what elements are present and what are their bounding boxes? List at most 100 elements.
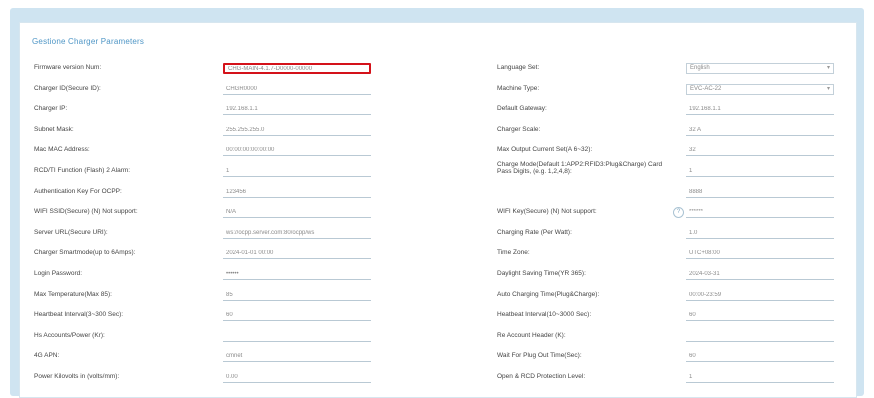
- max-output-current-set-a-6-32-input[interactable]: [686, 145, 834, 157]
- power-kilovolts-in-volts-mm-input[interactable]: [223, 372, 371, 383]
- form-row: Charger IP:: [34, 104, 374, 116]
- field-label: Heatbeat Interval(10~3000 Sec):: [497, 311, 592, 319]
- heatbeat-interval-10-3000-sec-input[interactable]: [686, 310, 834, 322]
- max-temperature-max-85-input[interactable]: [223, 289, 371, 301]
- select-value: EVC-AC-22: [690, 85, 722, 92]
- field-label: Charger IP:: [34, 105, 68, 113]
- wait-for-plug-out-time-sec-input[interactable]: [686, 351, 834, 363]
- default-gateway-input[interactable]: [686, 104, 834, 116]
- firmware-version-num-input[interactable]: [223, 63, 371, 74]
- mac-mac-address-input[interactable]: [223, 145, 371, 157]
- field-label: 4G APN:: [34, 352, 60, 360]
- form-row: Heatbeat Interval(10~3000 Sec):: [497, 310, 837, 322]
- wifi-key-secure-n-not-support-input[interactable]: [686, 207, 834, 219]
- open-rcd-protection-level-input[interactable]: [686, 372, 834, 383]
- field-label: Mac MAC Address:: [34, 146, 90, 154]
- field-label: Language Set:: [497, 64, 540, 71]
- field-label: Default Gateway:: [497, 105, 547, 113]
- select-value: English: [690, 65, 710, 71]
- charger-scale-input[interactable]: [686, 124, 834, 136]
- field-label: Power Kilovolts in (volts/mm):: [34, 373, 120, 380]
- field-label: Machine Type:: [497, 84, 540, 92]
- form-row: Auto Charging Time(Plug&Charge):: [497, 289, 837, 302]
- form-row: WIFI Key(Secure) (N) Not support:?: [497, 207, 837, 219]
- form-row: Power Kilovolts in (volts/mm):: [34, 372, 374, 384]
- form-row: Charge Mode(Default 1:APP2:RFID3:Plug&Ch…: [497, 161, 837, 178]
- charger-parameters-panel: Gestione Charger Parameters Firmware ver…: [19, 22, 857, 398]
- field-label: Heartbeat Interval(3~300 Sec):: [34, 311, 124, 319]
- form-row: Heartbeat Interval(3~300 Sec):: [34, 310, 374, 322]
- time-zone-input[interactable]: [686, 248, 834, 260]
- field-label: Re Account Header (K):: [497, 331, 566, 339]
- form-row: Max Output Current Set(A 6~32):: [497, 145, 837, 157]
- field-label: Charger ID(Secure ID):: [34, 84, 101, 92]
- form-row: Language Set: English ▾: [497, 63, 837, 75]
- language-set-select[interactable]: English ▾: [686, 63, 834, 74]
- machine-type-select[interactable]: EVC-AC-22 ▾: [686, 83, 834, 95]
- daylight-saving-time-yr-365-input[interactable]: [686, 269, 834, 280]
- field-label: RCD/TI Function (Flash) 2 Alarm:: [34, 167, 131, 174]
- field-input[interactable]: [686, 186, 834, 198]
- form-row: WIFI SSID(Secure) (N) Not support:: [34, 207, 374, 219]
- form-row: RCD/TI Function (Flash) 2 Alarm:: [34, 166, 374, 178]
- hs-accounts-power-kr-input[interactable]: [223, 330, 371, 342]
- form-row: Daylight Saving Time(YR 365):: [497, 269, 837, 281]
- field-label: Open & RCD Protection Level:: [497, 373, 586, 380]
- field-label: Auto Charging Time(Plug&Charge):: [497, 290, 600, 298]
- heartbeat-interval-3-300-sec-input[interactable]: [223, 310, 371, 322]
- form-row: Open & RCD Protection Level:: [497, 372, 837, 384]
- field-label: WIFI Key(Secure) (N) Not support:: [497, 208, 597, 216]
- charge-mode-default-1-app2-rfid3-plug-charge-card-pass-digits-e-g-1-2-4-8-input[interactable]: [686, 166, 834, 177]
- re-account-header-k-input[interactable]: [686, 330, 834, 342]
- section-title: Gestione Charger Parameters: [32, 37, 145, 46]
- form-row: Subnet Mask:: [34, 124, 374, 137]
- charging-rate-per-watt-input[interactable]: [686, 227, 834, 239]
- form-row: Max Temperature(Max 85):: [34, 289, 374, 302]
- form-row: Charger ID(Secure ID):: [34, 83, 374, 96]
- field-label: Time Zone:: [497, 249, 530, 257]
- charger-ip-input[interactable]: [223, 104, 371, 116]
- 4g-apn-input[interactable]: [223, 351, 371, 363]
- charger-id-secure-id-input[interactable]: [223, 83, 371, 95]
- form-row: Mac MAC Address:: [34, 145, 374, 157]
- form-row: Login Password:: [34, 269, 374, 281]
- rcd-ti-function-flash-2-alarm-input[interactable]: [223, 166, 371, 177]
- field-label: Daylight Saving Time(YR 365):: [497, 270, 586, 277]
- help-icon[interactable]: ?: [673, 207, 684, 219]
- form-row: Re Account Header (K):: [497, 330, 837, 343]
- field-label: Charger Scale:: [497, 125, 541, 133]
- auto-charging-time-plug-charge-input[interactable]: [686, 289, 834, 301]
- wifi-ssid-secure-n-not-support-input[interactable]: [223, 207, 371, 219]
- right-column: Language Set: English ▾ Machine Type: EVC-AC…: [497, 63, 842, 393]
- form-row: Wait For Plug Out Time(Sec):: [497, 351, 837, 363]
- charger-smartmode-up-to-6amps-input[interactable]: [223, 248, 371, 260]
- chevron-down-icon: ▾: [826, 85, 830, 92]
- form-row: Machine Type: EVC-AC-22 ▾: [497, 83, 837, 96]
- left-column: Firmware version Num: Charger ID(Secure I…: [34, 63, 374, 393]
- server-url-secure-uri-input[interactable]: [223, 227, 371, 239]
- field-label: WIFI SSID(Secure) (N) Not support:: [34, 208, 138, 216]
- field-label: Subnet Mask:: [34, 125, 74, 133]
- field-label: Charge Mode(Default 1:APP2:RFID3:Plug&Ch…: [497, 161, 663, 175]
- field-label: Wait For Plug Out Time(Sec):: [497, 352, 582, 360]
- field-label: Server URL(Secure URI):: [34, 228, 108, 236]
- login-password-input[interactable]: [223, 269, 371, 280]
- authentication-key-for-ocpp-input[interactable]: [223, 186, 371, 198]
- form-row: Default Gateway:: [497, 104, 837, 116]
- field-label: Authentication Key For OCPP:: [34, 187, 122, 195]
- chevron-down-icon: ▾: [826, 65, 830, 71]
- field-label: Charging Rate (Per Watt):: [497, 228, 572, 236]
- field-label: Login Password:: [34, 270, 83, 277]
- form-row: Charging Rate (Per Watt):: [497, 227, 837, 240]
- form-row: [497, 186, 837, 199]
- form-row: Hs Accounts/Power (Kr):: [34, 330, 374, 343]
- subnet-mask-input[interactable]: [223, 124, 371, 136]
- field-label: Max Temperature(Max 85):: [34, 290, 112, 298]
- field-label: Charger Smartmode(up to 6Amps):: [34, 249, 136, 257]
- form-row: Charger Smartmode(up to 6Amps):: [34, 248, 374, 260]
- form-row: Server URL(Secure URI):: [34, 227, 374, 240]
- form-row: Authentication Key For OCPP:: [34, 186, 374, 199]
- form-row: Firmware version Num:: [34, 63, 374, 75]
- field-label: Firmware version Num:: [34, 64, 102, 71]
- form-row: Time Zone:: [497, 248, 837, 260]
